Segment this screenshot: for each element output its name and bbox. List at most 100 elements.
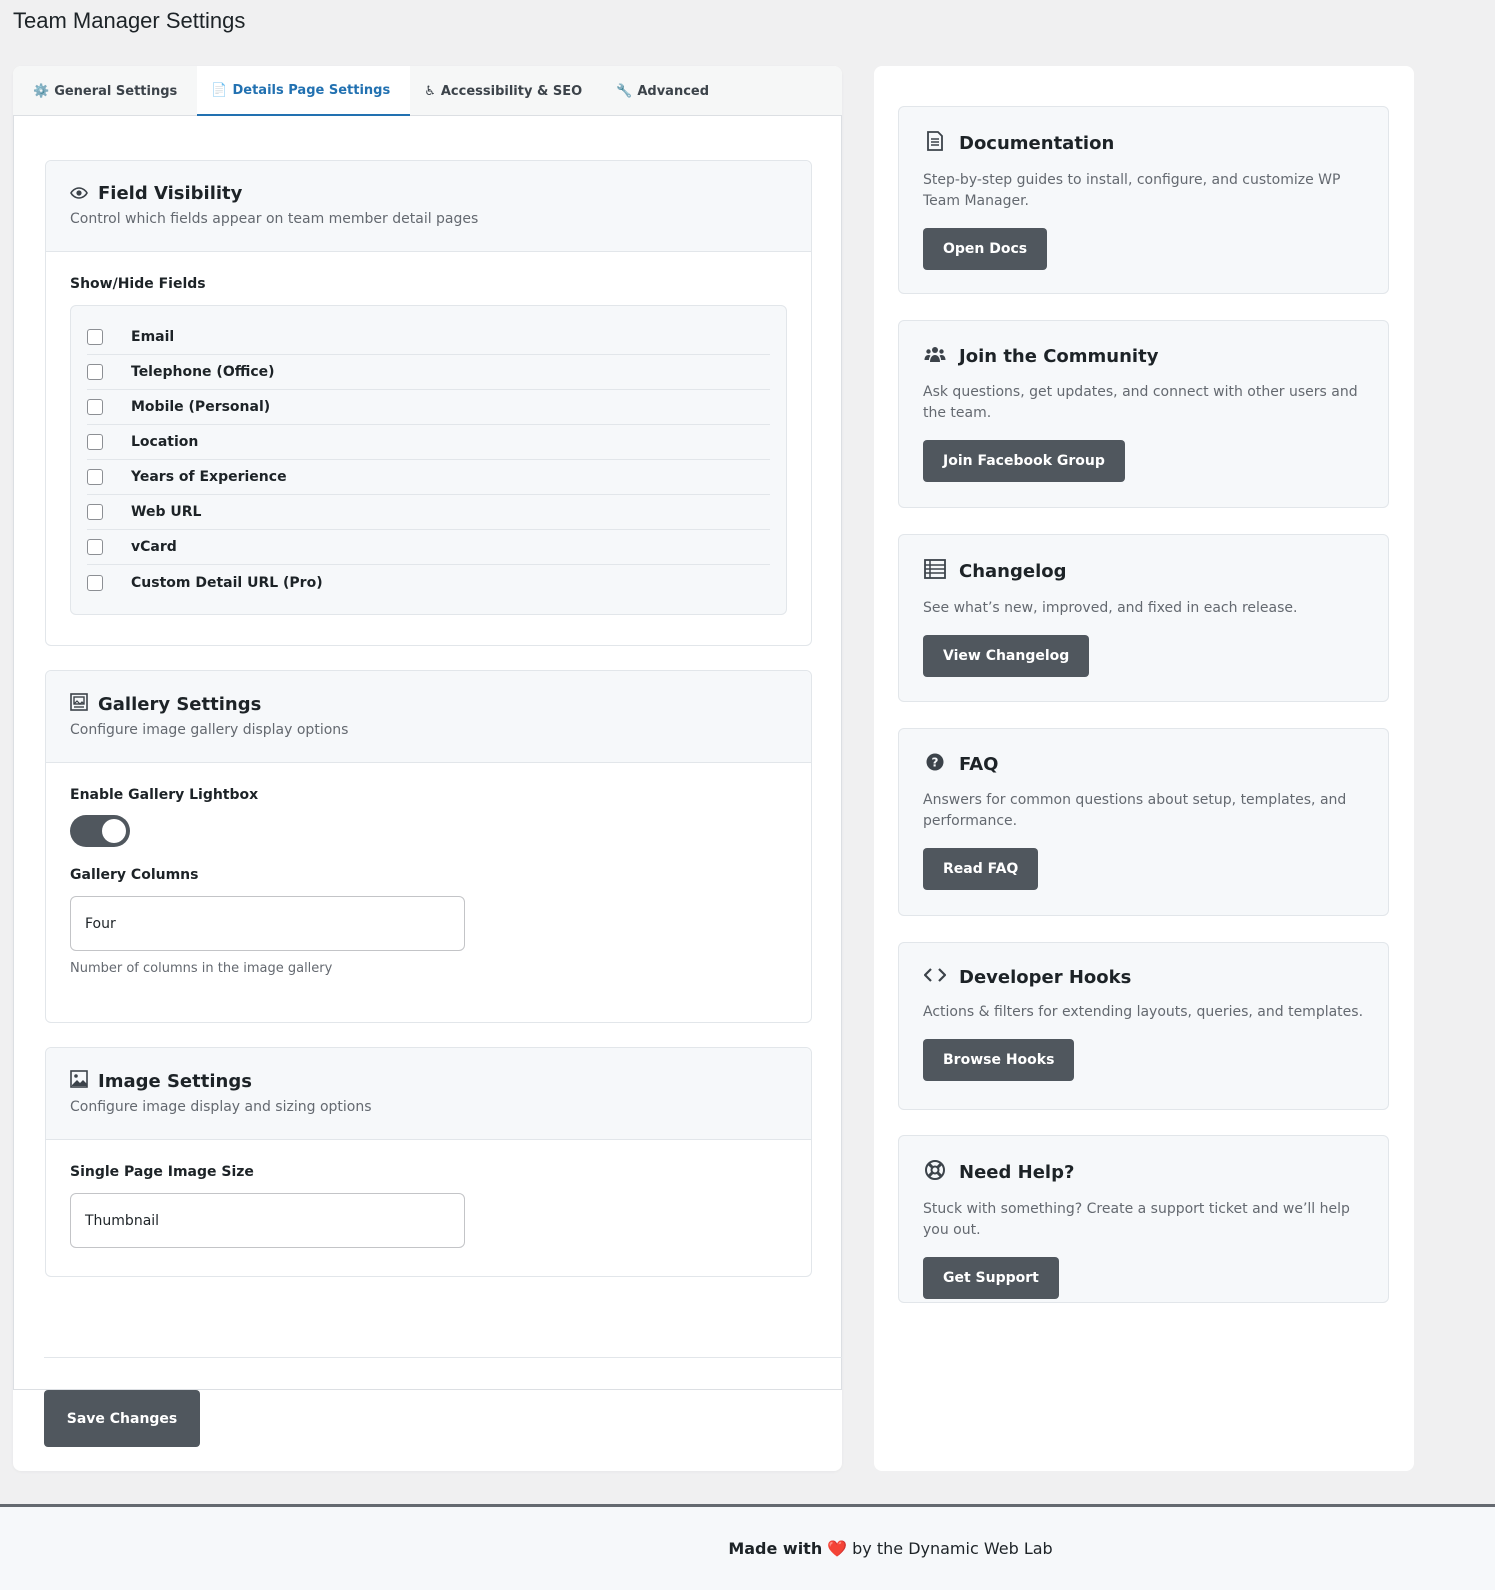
telephone-checkbox[interactable] bbox=[87, 364, 103, 380]
location-checkbox[interactable] bbox=[87, 434, 103, 450]
settings-tabs: ⚙️ General Settings 📄 Details Page Setti… bbox=[13, 66, 842, 116]
section-header: Field Visibility Control which fields ap… bbox=[46, 161, 811, 252]
card-title: Documentation bbox=[959, 133, 1115, 154]
footer-suffix: by the Dynamic Web Lab bbox=[852, 1539, 1053, 1558]
tab-content: Field Visibility Control which fields ap… bbox=[13, 115, 842, 1390]
card-description: Stuck with something? Create a support t… bbox=[923, 1201, 1350, 1238]
accessibility-icon: ♿ bbox=[424, 83, 436, 99]
field-visibility-section: Field Visibility Control which fields ap… bbox=[45, 160, 812, 646]
card-description: Actions & filters for extending layouts,… bbox=[923, 1004, 1364, 1020]
card-description: Ask questions, get updates, and connect … bbox=[923, 384, 1358, 421]
card-title: Join the Community bbox=[959, 346, 1159, 367]
mobile-checkbox[interactable] bbox=[87, 399, 103, 415]
tab-details-page-settings[interactable]: 📄 Details Page Settings bbox=[197, 66, 411, 116]
email-checkbox[interactable] bbox=[87, 329, 103, 345]
field-row-vcard: vCard bbox=[87, 530, 770, 565]
gear-icon: ⚙️ bbox=[33, 83, 50, 99]
field-row-mobile: Mobile (Personal) bbox=[87, 390, 770, 425]
field-label: Telephone (Office) bbox=[131, 364, 275, 380]
heart-icon: ❤️ bbox=[827, 1539, 848, 1558]
field-label: Custom Detail URL (Pro) bbox=[131, 574, 323, 591]
image-icon bbox=[70, 1070, 90, 1092]
community-icon bbox=[923, 345, 947, 368]
tab-advanced[interactable]: 🔧 Advanced bbox=[602, 66, 729, 116]
field-row-email: Email bbox=[87, 320, 770, 355]
custom-url-checkbox[interactable] bbox=[87, 574, 103, 591]
field-label: Years of Experience bbox=[131, 469, 287, 485]
tab-label: Details Page Settings bbox=[232, 82, 391, 98]
field-label: vCard bbox=[131, 539, 177, 555]
eye-icon bbox=[70, 184, 90, 203]
card-title: FAQ bbox=[959, 754, 999, 775]
faq-card: ? FAQ Answers for common questions about… bbox=[898, 728, 1389, 916]
wrench-icon: 🔧 bbox=[616, 83, 633, 99]
lightbox-label: Enable Gallery Lightbox bbox=[70, 787, 259, 803]
resources-sidebar: Documentation Step-by-step guides to ins… bbox=[874, 66, 1414, 1471]
field-label: Email bbox=[131, 329, 175, 345]
field-checklist: Email Telephone (Office) Mobile (Persona… bbox=[70, 305, 787, 615]
join-facebook-group-button[interactable]: Join Facebook Group bbox=[923, 440, 1125, 482]
browse-hooks-button[interactable]: Browse Hooks bbox=[923, 1039, 1075, 1081]
gallery-settings-section: Gallery Settings Configure image gallery… bbox=[45, 670, 812, 1023]
document-icon bbox=[923, 131, 947, 156]
read-faq-button[interactable]: Read FAQ bbox=[923, 848, 1039, 890]
field-row-location: Location bbox=[87, 425, 770, 460]
question-icon: ? bbox=[923, 753, 947, 776]
footer: Made with ❤️ by the Dynamic Web Lab bbox=[0, 1504, 1495, 1590]
section-subtitle: Control which fields appear on team memb… bbox=[70, 211, 479, 227]
divider bbox=[44, 1357, 842, 1358]
gallery-columns-select[interactable]: Four bbox=[70, 896, 465, 951]
view-changelog-button[interactable]: View Changelog bbox=[923, 635, 1090, 677]
need-help-card: Need Help? Stuck with something? Create … bbox=[898, 1135, 1389, 1303]
card-description: Answers for common questions about setup… bbox=[923, 792, 1347, 829]
tab-accessibility-seo[interactable]: ♿ Accessibility & SEO bbox=[410, 66, 602, 116]
image-size-label: Single Page Image Size bbox=[70, 1164, 254, 1180]
documentation-card: Documentation Step-by-step guides to ins… bbox=[898, 106, 1389, 294]
settings-panel: ⚙️ General Settings 📄 Details Page Setti… bbox=[13, 66, 842, 1471]
page-title: Team Manager Settings bbox=[13, 8, 246, 33]
developer-hooks-card: Developer Hooks Actions & filters for ex… bbox=[898, 942, 1389, 1110]
field-row-experience: Years of Experience bbox=[87, 460, 770, 495]
get-support-button[interactable]: Get Support bbox=[923, 1257, 1059, 1299]
section-header: Image Settings Configure image display a… bbox=[46, 1048, 811, 1140]
footer-prefix: Made with bbox=[728, 1539, 823, 1558]
list-icon bbox=[923, 559, 947, 584]
card-description: Step-by-step guides to install, configur… bbox=[923, 172, 1341, 209]
community-card: Join the Community Ask questions, get up… bbox=[898, 320, 1389, 508]
svg-text:?: ? bbox=[932, 756, 939, 770]
gallery-icon bbox=[70, 693, 90, 715]
section-subtitle: Configure image gallery display options bbox=[70, 722, 349, 738]
tab-general-settings[interactable]: ⚙️ General Settings bbox=[19, 66, 197, 116]
card-title: Need Help? bbox=[959, 1162, 1075, 1183]
image-settings-section: Image Settings Configure image display a… bbox=[45, 1047, 812, 1277]
card-description: See what’s new, improved, and fixed in e… bbox=[923, 600, 1298, 616]
gallery-columns-help: Number of columns in the image gallery bbox=[70, 961, 333, 976]
web-url-checkbox[interactable] bbox=[87, 504, 103, 520]
tab-label: Advanced bbox=[637, 83, 710, 99]
toggle-knob bbox=[102, 819, 126, 843]
section-header: Gallery Settings Configure image gallery… bbox=[46, 671, 811, 763]
field-row-custom-url: Custom Detail URL (Pro) bbox=[87, 565, 770, 600]
vcard-checkbox[interactable] bbox=[87, 539, 103, 555]
show-hide-label: Show/Hide Fields bbox=[70, 276, 206, 292]
field-label: Mobile (Personal) bbox=[131, 399, 271, 415]
section-title: Gallery Settings bbox=[98, 693, 262, 715]
changelog-card: Changelog See what’s new, improved, and … bbox=[898, 534, 1389, 702]
experience-checkbox[interactable] bbox=[87, 469, 103, 485]
card-title: Developer Hooks bbox=[959, 967, 1132, 988]
lightbox-toggle[interactable] bbox=[70, 815, 130, 847]
gallery-columns-label: Gallery Columns bbox=[70, 867, 199, 883]
section-title: Image Settings bbox=[98, 1070, 252, 1092]
section-subtitle: Configure image display and sizing optio… bbox=[70, 1099, 372, 1115]
tab-label: General Settings bbox=[54, 83, 178, 99]
image-size-select[interactable]: Thumbnail bbox=[70, 1193, 465, 1248]
section-title: Field Visibility bbox=[98, 183, 243, 204]
field-row-web-url: Web URL bbox=[87, 495, 770, 530]
save-changes-button[interactable]: Save Changes bbox=[44, 1390, 200, 1447]
card-title: Changelog bbox=[959, 561, 1067, 582]
field-row-telephone: Telephone (Office) bbox=[87, 355, 770, 390]
lifebuoy-icon bbox=[923, 1160, 947, 1185]
page-icon: 📄 bbox=[211, 82, 228, 98]
open-docs-button[interactable]: Open Docs bbox=[923, 228, 1048, 270]
field-label: Location bbox=[131, 434, 199, 450]
